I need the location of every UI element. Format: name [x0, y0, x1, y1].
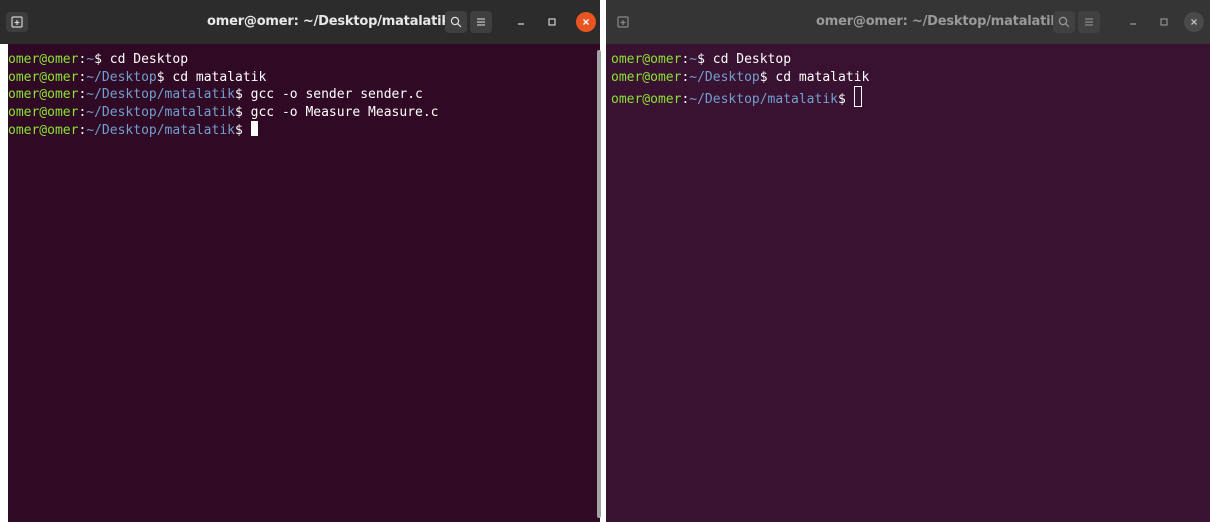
terminal-line: omer@omer:~/Desktop/matalatik$ gcc -o Me…	[8, 104, 600, 122]
prompt-path: ~	[689, 52, 698, 67]
prompt-user: omer@omer	[8, 87, 79, 102]
prompt-dollar: $	[697, 52, 705, 67]
command-text	[243, 123, 251, 138]
prompt-dollar: $	[838, 92, 846, 107]
left-terminal-output[interactable]: omer@omer:~$ cd Desktop omer@omer:~/Deskt…	[8, 44, 600, 522]
prompt-user: omer@omer	[8, 69, 79, 85]
left-scrollbar[interactable]	[597, 50, 601, 518]
hamburger-menu-icon[interactable]	[1078, 11, 1100, 33]
search-icon[interactable]	[1053, 11, 1075, 33]
right-terminal-output[interactable]: omer@omer:~$ cd Desktop omer@omer:~/Deskt…	[606, 44, 1210, 522]
prompt-path: ~/Desktop/matalatik	[86, 87, 235, 102]
terminal-line: omer@omer:~/Desktop/matalatik$	[611, 86, 1210, 107]
left-terminal-window: omer@omer: ~/Desktop/matalatik omer@omer…	[0, 0, 600, 522]
command-text: gcc -o sender sender.c	[242, 87, 423, 102]
hamburger-menu-icon[interactable]	[470, 11, 492, 33]
command-text: cd Desktop	[101, 52, 189, 67]
prompt-dollar: $	[759, 69, 768, 85]
prompt-dollar: $	[94, 52, 102, 67]
maximize-icon[interactable]	[1154, 12, 1174, 32]
right-terminal-window: omer@omer: ~/Desktop/matalatik omer@omer…	[606, 0, 1210, 522]
prompt-dollar: $	[156, 69, 165, 85]
command-text: cd matalatik	[164, 69, 267, 85]
prompt-path: ~/Desktop	[689, 69, 760, 85]
terminal-line: omer@omer:~/Desktop$ cd matalatik	[8, 69, 600, 87]
prompt-path: ~/Desktop/matalatik	[86, 123, 235, 138]
prompt-path: ~/Desktop/matalatik	[86, 104, 235, 120]
command-text	[846, 92, 854, 107]
right-title-bar[interactable]: omer@omer: ~/Desktop/matalatik	[606, 0, 1210, 44]
prompt-user: omer@omer	[8, 104, 79, 120]
close-icon[interactable]	[1184, 12, 1204, 32]
prompt-path: ~	[86, 52, 95, 67]
terminal-line: omer@omer:~/Desktop/matalatik$ gcc -o se…	[8, 86, 600, 104]
new-tab-icon[interactable]	[612, 12, 634, 32]
maximize-icon[interactable]	[542, 12, 562, 32]
prompt-user: omer@omer	[611, 69, 682, 85]
prompt-dollar: $	[235, 104, 243, 120]
minimize-icon[interactable]	[511, 12, 531, 32]
text-cursor	[250, 121, 258, 136]
window-title: omer@omer: ~/Desktop/matalatik	[816, 14, 1059, 29]
window-title: omer@omer: ~/Desktop/matalatik	[207, 14, 450, 29]
new-tab-icon[interactable]	[6, 12, 28, 32]
text-cursor	[853, 86, 862, 107]
left-title-bar[interactable]: omer@omer: ~/Desktop/matalatik	[0, 0, 600, 44]
prompt-user: omer@omer	[8, 123, 79, 138]
terminal-line: omer@omer:~$ cd Desktop	[611, 51, 1210, 69]
close-icon[interactable]	[576, 12, 596, 32]
terminal-line: omer@omer:~$ cd Desktop	[8, 51, 600, 69]
prompt-path: ~/Desktop/matalatik	[689, 92, 838, 107]
prompt-dollar: $	[235, 87, 243, 102]
prompt-user: omer@omer	[611, 52, 682, 67]
prompt-user: omer@omer	[611, 92, 682, 107]
command-text: gcc -o Measure Measure.c	[242, 104, 439, 120]
prompt-dollar: $	[235, 123, 243, 138]
command-text: cd matalatik	[767, 69, 870, 85]
terminal-line: omer@omer:~/Desktop$ cd matalatik	[611, 69, 1210, 87]
minimize-icon[interactable]	[1123, 12, 1143, 32]
prompt-path: ~/Desktop	[86, 69, 157, 85]
terminal-line: omer@omer:~/Desktop/matalatik$	[8, 121, 600, 139]
search-icon[interactable]	[445, 11, 467, 33]
command-text: cd Desktop	[704, 52, 792, 67]
prompt-user: omer@omer	[8, 52, 79, 67]
